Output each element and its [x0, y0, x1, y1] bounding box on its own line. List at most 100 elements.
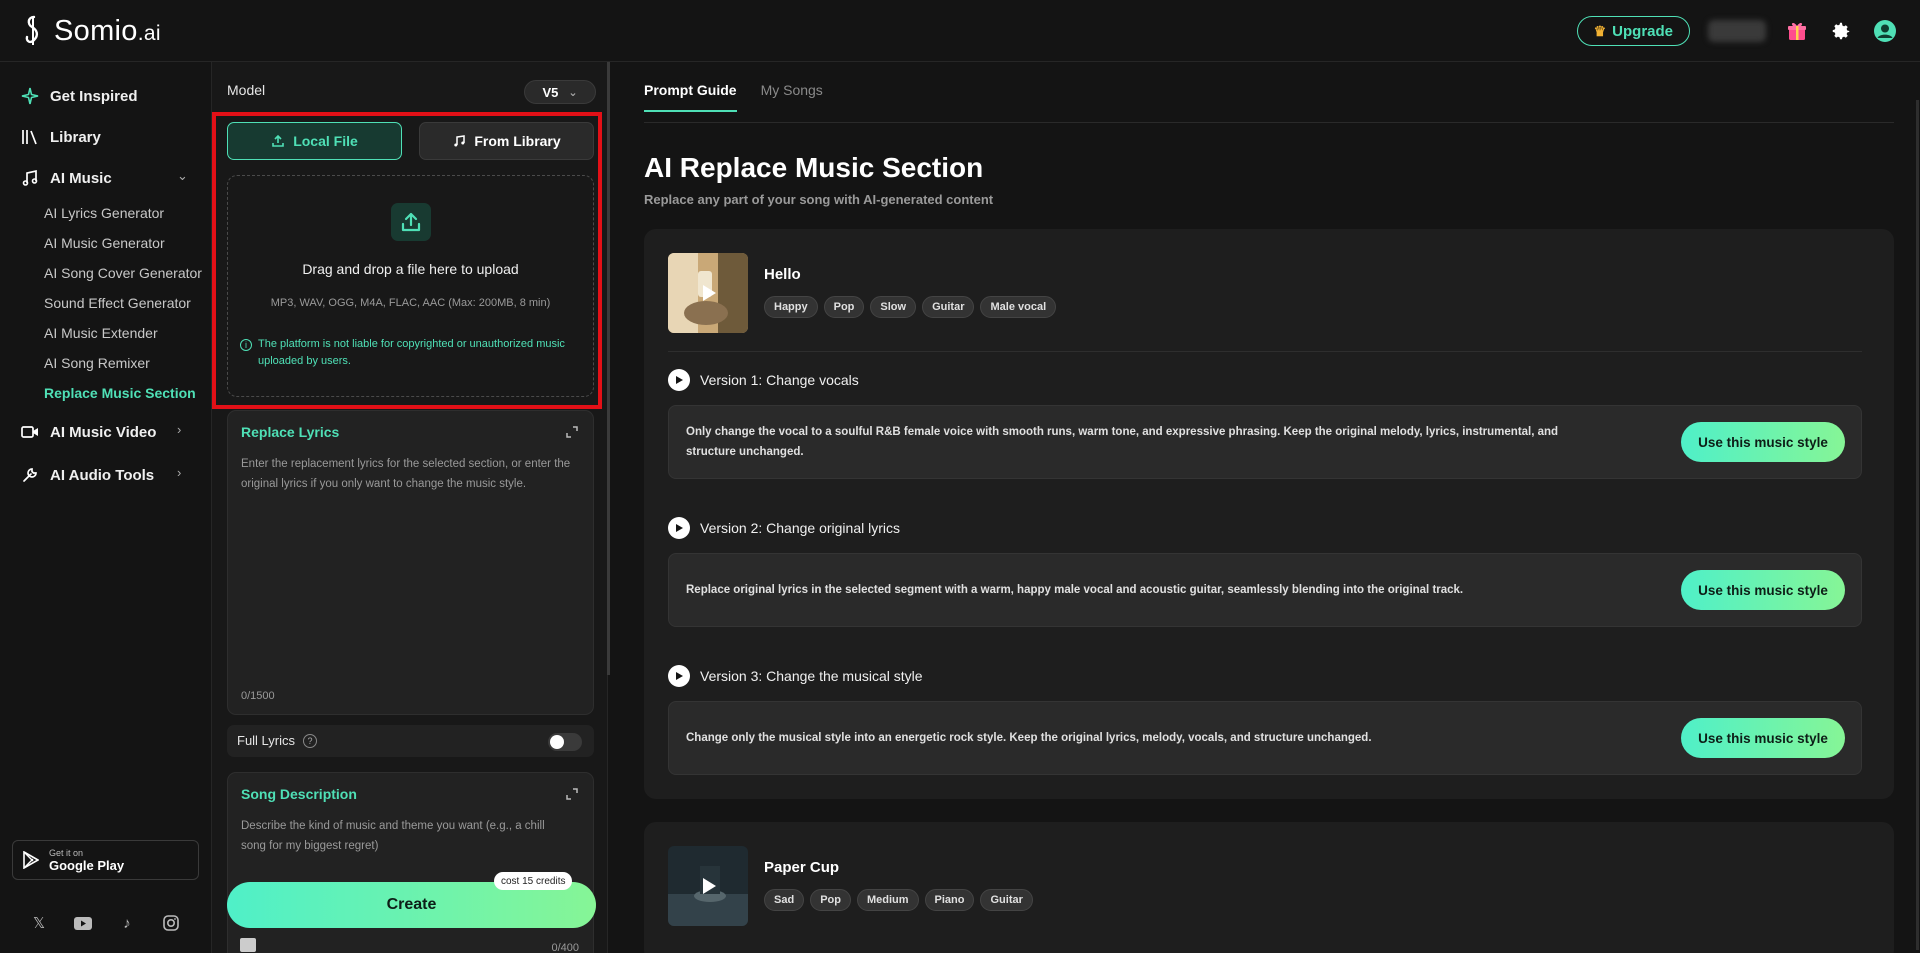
top-bar: Somio.ai ♛ Upgrade	[0, 0, 1920, 62]
tag-chip: Guitar	[980, 889, 1033, 911]
dropzone-formats: MP3, WAV, OGG, M4A, FLAC, AAC (Max: 200M…	[270, 297, 551, 309]
chevron-up-icon[interactable]: ⌄	[177, 168, 188, 184]
sidebar-subitem-ai-song-remixer[interactable]: AI Song Remixer	[44, 355, 150, 371]
file-dropzone[interactable]: Drag and drop a file here to upload MP3,…	[227, 175, 594, 397]
google-play-small: Get it on	[49, 847, 84, 858]
page-title: AI Replace Music Section	[644, 152, 984, 183]
crown-icon: ♛	[1593, 22, 1607, 39]
replace-lyrics-title: Replace Lyrics	[241, 424, 340, 440]
tag-chip: Happy	[764, 296, 818, 318]
sidebar-subitem-ai-lyrics-generator[interactable]: AI Lyrics Generator	[44, 205, 164, 221]
from-library-tab[interactable]: From Library	[419, 122, 594, 160]
song-cover[interactable]	[668, 846, 748, 926]
brand-logo[interactable]: Somio.ai	[22, 14, 161, 48]
tab-prompt-guide[interactable]: Prompt Guide	[644, 82, 737, 112]
library-icon[interactable]	[240, 938, 256, 952]
tag-chip: Guitar	[922, 296, 975, 318]
main-scrollbar[interactable]	[1916, 100, 1919, 950]
expand-icon[interactable]	[565, 787, 579, 801]
tag-chip: Pop	[810, 889, 851, 911]
upgrade-label: Upgrade	[1612, 22, 1673, 40]
play-icon	[703, 878, 716, 894]
version-prompt-text: Replace original lyrics in the selected …	[686, 584, 1464, 596]
play-icon[interactable]	[668, 665, 690, 687]
instagram-icon[interactable]	[162, 914, 180, 932]
sidebar-item-label: AI Audio Tools	[50, 466, 155, 484]
tag-chip: Piano	[924, 889, 975, 911]
model-label: Model	[227, 82, 266, 98]
play-icon[interactable]	[668, 517, 690, 539]
chevron-right-icon[interactable]: ›	[177, 422, 181, 437]
version-title: Version 3: Change the musical style	[700, 668, 923, 684]
local-file-tab[interactable]: Local File	[227, 122, 402, 160]
sidebar-subitem-replace-music-section[interactable]: Replace Music Section	[44, 385, 196, 401]
version-1-header: Version 1: Change vocals	[668, 369, 859, 391]
sidebar-item-get-inspired[interactable]: Get Inspired	[20, 86, 138, 106]
song-title: Hello	[764, 266, 801, 283]
sidebar: Get Inspired Library AI Music ⌄ AI Lyric…	[0, 62, 212, 953]
replace-lyrics-input[interactable]: Enter the replacement lyrics for the sel…	[241, 454, 571, 494]
sparkle-icon	[20, 86, 40, 106]
version-title: Version 2: Change original lyrics	[700, 520, 900, 536]
gear-icon[interactable]	[1828, 18, 1854, 44]
help-icon[interactable]: ?	[303, 733, 318, 748]
tiktok-icon[interactable]: ♪	[118, 914, 136, 932]
sidebar-item-ai-audio-tools[interactable]: AI Audio Tools	[20, 465, 154, 485]
page-subtitle: Replace any part of your song with AI-ge…	[644, 192, 994, 207]
tab-my-songs[interactable]: My Songs	[761, 82, 823, 112]
wrench-icon	[20, 465, 40, 485]
dropzone-title: Drag and drop a file here to upload	[302, 261, 519, 277]
full-lyrics-toggle[interactable]	[548, 733, 582, 751]
model-select[interactable]: V5 ⌄	[524, 80, 596, 104]
social-links: 𝕏 ♪	[30, 914, 180, 932]
tag-chip: Sad	[764, 889, 805, 911]
use-style-button[interactable]: Use this music style	[1681, 718, 1845, 758]
version-2-header: Version 2: Change original lyrics	[668, 517, 900, 539]
music-note-icon	[20, 168, 40, 188]
sidebar-item-label: AI Music	[50, 169, 112, 187]
use-style-button[interactable]: Use this music style	[1681, 570, 1845, 610]
main-content: Prompt Guide My Songs AI Replace Music S…	[610, 62, 1920, 953]
upload-icon	[272, 134, 285, 147]
sidebar-item-label: Library	[50, 128, 101, 146]
play-icon[interactable]	[668, 369, 690, 391]
sidebar-subitem-ai-music-extender[interactable]: AI Music Extender	[44, 325, 158, 341]
song-tags: Sad Pop Medium Piano Guitar	[764, 889, 1033, 911]
gift-icon[interactable]	[1784, 18, 1810, 44]
chevron-right-icon[interactable]: ›	[177, 465, 181, 480]
sidebar-item-label: AI Music Video	[50, 423, 157, 441]
sidebar-subitem-ai-music-generator[interactable]: AI Music Generator	[44, 235, 165, 251]
user-credits-blurred[interactable]	[1708, 20, 1766, 42]
copyright-notice-text: The platform is not liable for copyright…	[258, 338, 565, 367]
cost-badge: cost 15 credits	[494, 872, 573, 890]
version-prompt-text: Change only the musical style into an en…	[686, 732, 1372, 744]
replace-lyrics-card: Replace Lyrics Enter the replacement lyr…	[227, 410, 594, 715]
song-cover[interactable]	[668, 253, 748, 333]
use-style-button[interactable]: Use this music style	[1681, 422, 1845, 462]
song-description-input[interactable]: Describe the kind of music and theme you…	[241, 816, 571, 856]
music-note-icon	[454, 135, 466, 147]
song-description-title: Song Description	[241, 786, 357, 802]
app-root: Somio.ai ♛ Upgrade Get Inspired Library …	[0, 0, 1920, 953]
sidebar-subitem-sound-effect-generator[interactable]: Sound Effect Generator	[44, 295, 191, 311]
sidebar-item-library[interactable]: Library	[20, 127, 101, 147]
google-play-badge[interactable]: Get it on Google Play	[12, 840, 199, 880]
version-1-prompt: Only change the vocal to a soulful R&B f…	[668, 405, 1862, 479]
song-card-paper-cup: Paper Cup Sad Pop Medium Piano Guitar	[644, 822, 1894, 953]
sidebar-subitem-ai-song-cover-generator[interactable]: AI Song Cover Generator	[44, 265, 202, 281]
sidebar-item-ai-music-video[interactable]: AI Music Video	[20, 422, 156, 442]
version-3-header: Version 3: Change the musical style	[668, 665, 923, 687]
avatar[interactable]	[1872, 18, 1898, 44]
description-char-counter: 0/400	[551, 942, 579, 953]
sidebar-item-ai-music[interactable]: AI Music	[20, 168, 112, 188]
version-title: Version 1: Change vocals	[700, 372, 859, 388]
version-3-prompt: Change only the musical style into an en…	[668, 701, 1862, 775]
upgrade-button[interactable]: ♛ Upgrade	[1576, 16, 1690, 46]
song-title: Paper Cup	[764, 859, 840, 876]
youtube-icon[interactable]	[74, 914, 92, 932]
library-icon	[20, 127, 40, 147]
x-icon[interactable]: 𝕏	[30, 914, 48, 932]
tag-chip: Male vocal	[980, 296, 1057, 318]
expand-icon[interactable]	[565, 425, 579, 439]
tag-chip: Pop	[823, 296, 865, 318]
